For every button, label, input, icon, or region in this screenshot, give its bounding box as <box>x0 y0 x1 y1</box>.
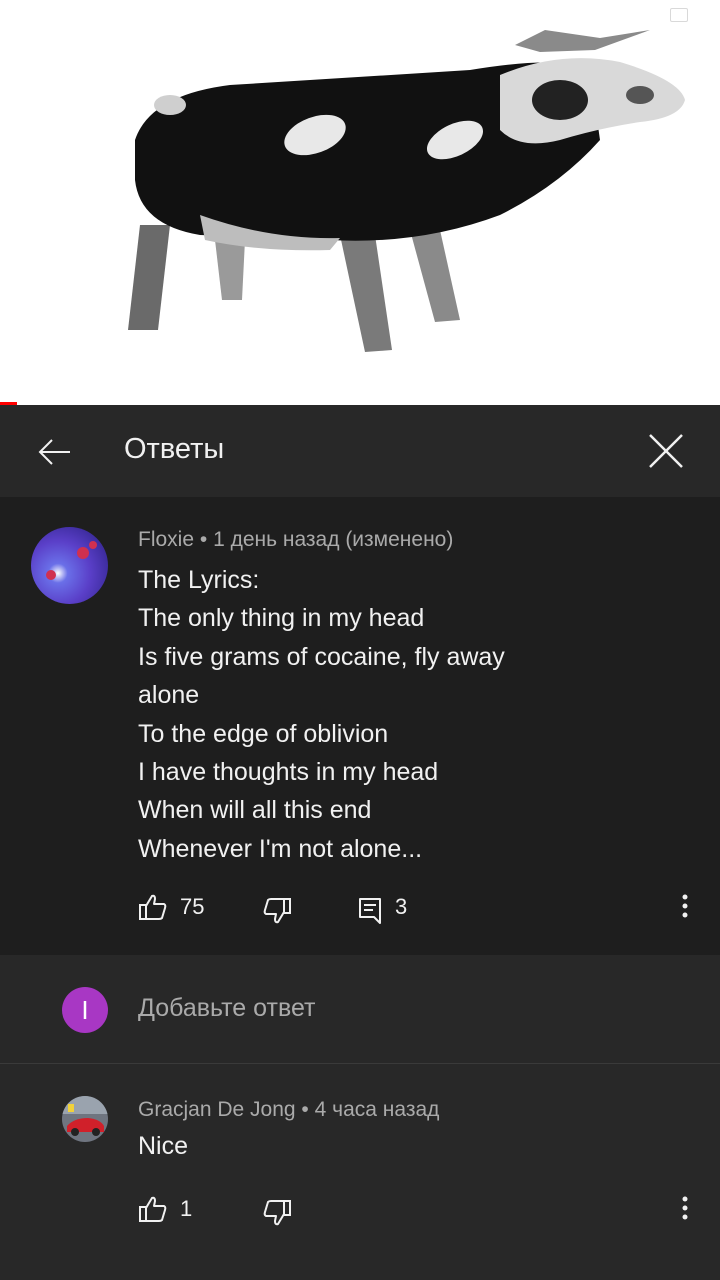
comment-line: The only thing in my head <box>138 604 425 633</box>
thumb-up-icon[interactable] <box>138 892 168 922</box>
comment-body: The Lyrics: The only thing in my head Is… <box>138 561 698 868</box>
comment-line: alone <box>138 681 200 710</box>
comment-body: Nice <box>138 1132 189 1160</box>
reply-input[interactable]: Добавьте ответ <box>138 994 315 1023</box>
comment-meta: Gracjan De Jong • 4 часа назад <box>138 1098 439 1122</box>
avatar[interactable] <box>62 1096 108 1142</box>
watermark-logo <box>646 8 712 38</box>
page-title: Ответы <box>124 433 225 465</box>
cow-image <box>128 30 685 352</box>
comment-author[interactable]: Floxie <box>138 528 194 551</box>
like-count: 1 <box>180 1196 193 1221</box>
meta-separator: • <box>295 1098 315 1121</box>
comment-actions: 75 3 <box>0 892 720 928</box>
comment-line: Whenever I'm not alone... <box>138 834 423 863</box>
arrow-left-icon <box>38 439 70 465</box>
more-vertical-icon[interactable] <box>670 892 700 922</box>
comment-time: 1 день назад (изменено) <box>213 528 454 551</box>
like-count: 75 <box>180 894 205 919</box>
close-icon <box>649 434 683 468</box>
avatar[interactable] <box>31 527 108 604</box>
replies-header: Ответы <box>0 405 720 497</box>
thumb-up-icon[interactable] <box>138 1194 168 1224</box>
comment-line: I have thoughts in my head <box>138 758 439 787</box>
comment-time: 4 часа назад <box>314 1098 440 1121</box>
comment-icon[interactable] <box>356 895 386 925</box>
main-comment: Floxie • 1 день назад (изменено) The Lyr… <box>0 497 720 955</box>
video-player[interactable] <box>0 0 720 405</box>
add-reply-bar[interactable]: I Добавьте ответ <box>0 955 720 1064</box>
comment-actions: 1 <box>0 1194 720 1230</box>
comment-line: When will all this end <box>138 796 372 825</box>
comment-line: Is five grams of cocaine, fly away <box>138 642 505 671</box>
reply-comment: Gracjan De Jong • 4 часа назад Nice 1 <box>0 1064 720 1280</box>
comment-author[interactable]: Gracjan De Jong <box>138 1098 296 1121</box>
meta-separator: • <box>194 528 214 551</box>
comment-meta: Floxie • 1 день назад (изменено) <box>138 528 453 552</box>
user-avatar[interactable]: I <box>62 987 108 1033</box>
reply-count: 3 <box>395 894 408 919</box>
comment-line: To the edge of oblivion <box>138 719 389 748</box>
more-vertical-icon[interactable] <box>670 1194 700 1224</box>
avatar-floxie-image <box>31 527 108 604</box>
thumb-down-icon[interactable] <box>262 896 292 926</box>
back-button[interactable] <box>30 428 78 476</box>
comment-line: The Lyrics: <box>138 566 260 594</box>
avatar-gracjan-image <box>62 1096 108 1142</box>
watermark-icon <box>670 8 688 22</box>
thumb-down-icon[interactable] <box>262 1198 292 1228</box>
close-button[interactable] <box>642 427 690 475</box>
